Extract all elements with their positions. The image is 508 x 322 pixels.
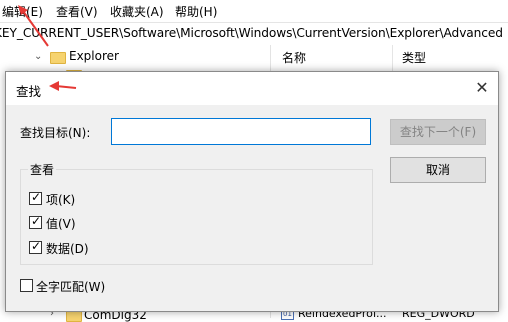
annotation-arrows <box>18 5 77 91</box>
arrow-to-dialog-title <box>49 81 77 91</box>
arrow-to-edit-menu <box>18 5 49 47</box>
